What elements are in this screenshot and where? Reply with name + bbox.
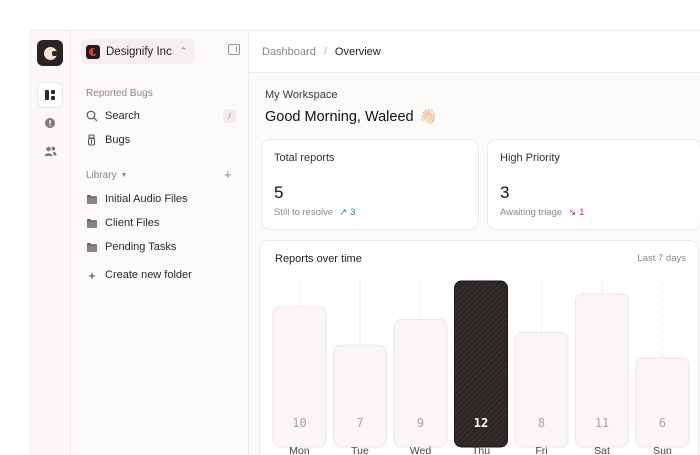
page-title: Good Morning, Waleed 👋🏻 [265, 108, 437, 125]
folder-item[interactable]: Initial Audio Files [86, 190, 236, 208]
org-switcher[interactable]: Designify Inc ⌃ [81, 39, 196, 64]
app-logo[interactable] [37, 40, 63, 66]
dashboard-icon [45, 90, 55, 100]
trend-down-icon: ↘ [568, 207, 577, 218]
bar-value-label: 7 [356, 416, 363, 430]
card-title: Total reports [274, 152, 335, 164]
x-tick-label: Mon [289, 445, 310, 455]
bar-value-label: 6 [659, 416, 666, 430]
card-subtitle: Awaiting triage ↘ 1 [500, 207, 584, 218]
card-subtitle: Still to resolve ↗ 3 [274, 207, 355, 218]
trend-value: 1 [579, 207, 585, 218]
caret-down-icon: ▼ [120, 172, 128, 179]
card-title: High Priority [500, 152, 560, 164]
section-title-reported-bugs: Reported Bugs [86, 88, 153, 99]
rail-users-button[interactable] [38, 139, 62, 163]
folder-item[interactable]: Client Files [86, 214, 236, 232]
sidebar: Designify Inc ⌃ Reported Bugs Search / B… [71, 31, 249, 455]
bar-chart: 10 Mon 7 Tue 9 Wed 12 Thu 8 Fri 11 Sat 6 Sun [272, 280, 690, 455]
folder-label: Client Files [105, 217, 160, 229]
sidebar-item-search[interactable]: Search / [86, 107, 236, 125]
high-priority-card[interactable]: High Priority 3 Awaiting triage ↘ 1 [487, 139, 700, 230]
x-tick-label: Wed [410, 445, 432, 455]
bar-value-label: 11 [595, 416, 609, 430]
sidebar-item-label: Search [105, 110, 140, 122]
folder-label: Pending Tasks [105, 241, 177, 253]
library-section-toggle[interactable]: Library ▼ [86, 170, 128, 181]
bar-value-label: 9 [417, 416, 424, 430]
x-tick-label: Tue [351, 445, 369, 455]
search-icon [86, 110, 98, 122]
create-folder-label: Create new folder [105, 269, 192, 281]
x-tick-label: Sun [653, 445, 672, 455]
reports-chart-card: Reports over time Last 7 days 10 Mon 7 Tue 9… [259, 240, 699, 455]
waving-hand-icon: 👋🏻 [419, 108, 438, 124]
search-shortcut-badge: / [223, 109, 236, 123]
greeting-text: Good Morning, Waleed [265, 108, 414, 125]
trend-value: 3 [350, 207, 356, 218]
org-logo-icon [86, 44, 100, 59]
bar-value-label: 10 [292, 416, 306, 430]
breadcrumb-separator: / [323, 45, 327, 58]
sidebar-collapse-icon[interactable] [228, 44, 240, 55]
card-subtitle-text: Awaiting triage [500, 207, 563, 218]
bar-value-label: 12 [474, 416, 488, 430]
logo-mark-icon [43, 46, 57, 60]
card-value: 5 [274, 183, 284, 202]
users-icon [44, 146, 57, 156]
folder-label: Initial Audio Files [105, 193, 188, 205]
chart-bar-tue [333, 344, 387, 448]
create-folder-button[interactable]: + Create new folder [86, 266, 236, 284]
breadcrumb: Dashboard / Overview [249, 31, 700, 73]
alert-circle-icon [45, 118, 55, 128]
folder-item[interactable]: Pending Tasks [86, 238, 236, 256]
org-name: Designify Inc [106, 45, 172, 58]
breadcrumb-dashboard-link[interactable]: Dashboard [262, 46, 316, 58]
sidebar-item-bugs[interactable]: Bugs [86, 131, 236, 149]
card-subtitle-text: Still to resolve [274, 207, 334, 218]
x-tick-label: Fri [535, 445, 547, 455]
rail-alerts-button[interactable] [38, 111, 62, 135]
icon-rail [31, 31, 71, 455]
plus-icon: + [88, 267, 96, 283]
x-tick-label: Sat [594, 445, 610, 455]
card-value: 3 [500, 183, 510, 202]
folder-icon [86, 193, 98, 205]
bug-icon [86, 134, 98, 146]
bar-value-label: 8 [538, 416, 545, 430]
x-tick-label: Thu [472, 445, 490, 455]
main-content: Dashboard / Overview My Workspace Good M… [249, 31, 700, 455]
total-reports-card[interactable]: Total reports 5 Still to resolve ↗ 3 [261, 139, 479, 230]
chart-bar-sun [635, 357, 690, 448]
workspace-label: My Workspace [265, 89, 338, 101]
rail-dashboard-button[interactable] [38, 83, 62, 107]
folder-icon [86, 217, 98, 229]
app-window: Designify Inc ⌃ Reported Bugs Search / B… [30, 30, 700, 455]
add-library-item-icon[interactable]: + [224, 168, 232, 181]
library-title: Library [86, 170, 117, 181]
chevron-updown-icon: ⌃ [179, 46, 188, 56]
folder-icon [86, 241, 98, 253]
breadcrumb-current: Overview [334, 45, 381, 58]
sidebar-item-label: Bugs [105, 134, 131, 146]
trend-up-icon: ↗ [339, 207, 348, 218]
